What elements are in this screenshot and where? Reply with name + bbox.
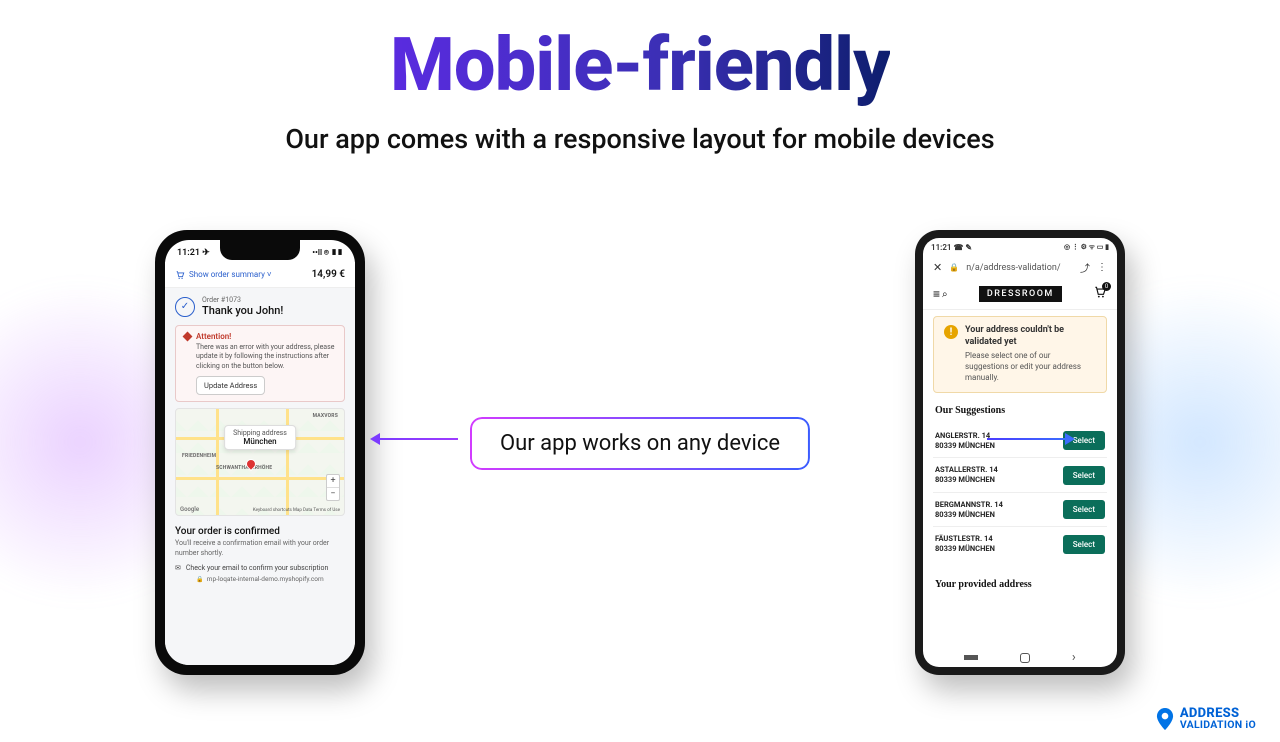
thank-you-text: Thank you John! [202, 304, 283, 317]
iphone-status-icons: ••ll ⌾ ▮▮ [312, 248, 343, 258]
callout: Our app works on any device [470, 417, 810, 470]
thank-you-block: ✓ Order #1073 Thank you John! [165, 288, 355, 325]
headline-text: Mobile-friendly [390, 22, 890, 109]
map-zoom-in[interactable]: + [327, 475, 339, 488]
browser-urlbar[interactable]: ✕ 🔒 n/a/address-validation/ ⤴ ⋮ [923, 256, 1117, 279]
iphone-status-time: 11:21 ✈ [177, 248, 210, 258]
map-area-label: FRIEDENHEIM [182, 453, 216, 459]
nav-recent-icon[interactable] [964, 655, 978, 660]
mail-icon: ✉ [175, 564, 181, 572]
suggestion-row: BERGMANNSTR. 1480339 MÜNCHEN Select [933, 493, 1107, 528]
site-domain: 🔒 mp-loqate-internal-demo.myshopify.com [165, 572, 355, 586]
warning-icon [183, 332, 193, 342]
pin-icon [1156, 708, 1174, 730]
url-text: n/a/address-validation/ [966, 263, 1073, 273]
provided-address-section: Your provided address [923, 567, 1117, 590]
order-summary-price: 14,99 € [312, 269, 345, 280]
suggestion-row: ASTALLERSTR. 1480339 MÜNCHEN Select [933, 458, 1107, 493]
share-icon[interactable]: ⤴ [1080, 260, 1090, 275]
map-area-label: SCHWANTHALERHÖHE [216, 465, 272, 471]
suggestion-address: BERGMANNSTR. 1480339 MÜNCHEN [935, 500, 1003, 520]
cart-button[interactable]: 0 [1093, 285, 1107, 303]
map-zoom-controls[interactable]: + − [326, 474, 340, 501]
brand-logo[interactable]: DRESSROOM [979, 286, 1062, 302]
exclamation-icon: ! [944, 325, 958, 339]
product-logo: ADDRESS VALIDATION iO [1156, 708, 1256, 730]
provided-address-title: Your provided address [935, 579, 1105, 590]
select-button[interactable]: Select [1063, 500, 1105, 519]
order-summary-toggle[interactable]: Show order summary ˅ 14,99 € [165, 262, 355, 288]
alert-body: There was an error with your address, pl… [196, 343, 336, 371]
map-area-label: MAXVORS [313, 413, 338, 419]
lock-icon: 🔒 [949, 263, 959, 272]
brand-line2: VALIDATION iO [1180, 720, 1256, 730]
suggestion-list: ANGLERSTR. 1480339 MÜNCHENSelectASTALLER… [933, 424, 1107, 561]
warning-body: Please select one of our suggestions or … [965, 351, 1096, 383]
select-button[interactable]: Select [1063, 466, 1105, 485]
order-number: Order #1073 [202, 296, 283, 304]
suggestion-row: FÄUSTLESTR. 1480339 MÜNCHEN Select [933, 527, 1107, 561]
map-bubble-value: München [233, 437, 287, 446]
menu-search-toggle[interactable]: ≡⌕ [933, 287, 948, 301]
suggestion-row: ANGLERSTR. 1480339 MÜNCHENSelect [933, 424, 1107, 459]
arrow-left-icon [380, 438, 458, 440]
page-headline: Mobile-friendly [0, 22, 1280, 109]
android-status-time: 11:21 ☎ ✎ [931, 243, 972, 252]
more-icon[interactable]: ⋮ [1097, 262, 1107, 273]
cart-icon [175, 270, 185, 280]
select-button[interactable]: Select [1063, 535, 1105, 554]
suggestion-address: FÄUSTLESTR. 1480339 MÜNCHEN [935, 534, 995, 554]
page-subheadline: Our app comes with a responsive layout f… [0, 123, 1280, 155]
callout-text: Our app works on any device [470, 417, 810, 470]
order-confirmed-block: Your order is confirmed You'll receive a… [165, 522, 355, 558]
map-widget[interactable]: MAXVORS FRIEDENHEIM SCHWANTHALERHÖHE Shi… [175, 408, 345, 516]
map-footer-links[interactable]: Keyboard shortcuts Map Data Terms of Use [253, 508, 340, 513]
alert-title: Attention! [196, 332, 231, 341]
close-icon[interactable]: ✕ [933, 261, 942, 274]
iphone-notch [220, 240, 300, 260]
iphone-mockup: 11:21 ✈ ••ll ⌾ ▮▮ Show order summary ˅ 1… [155, 230, 365, 675]
suggestion-address: ASTALLERSTR. 1480339 MÜNCHEN [935, 465, 998, 485]
suggestion-address: ANGLERSTR. 1480339 MÜNCHEN [935, 431, 995, 451]
subscription-text: Check your email to confirm your subscri… [186, 564, 328, 572]
subscription-note: ✉ Check your email to confirm your subsc… [175, 564, 345, 572]
map-bubble-label: Shipping address [233, 429, 287, 437]
android-statusbar: 11:21 ☎ ✎ ◎ ⋮ ⚙ ᯤ ▭ ▮ [923, 238, 1117, 256]
cart-badge: 0 [1102, 282, 1111, 291]
confirm-title: Your order is confirmed [175, 526, 345, 537]
warning-title: Your address couldn't be validated yet [965, 325, 1096, 348]
confirm-body: You'll receive a confirmation email with… [175, 539, 345, 558]
android-status-icons: ◎ ⋮ ⚙ ᯤ ▭ ▮ [1064, 243, 1109, 252]
android-navbar: ‹ [923, 645, 1117, 665]
map-address-bubble: Shipping address München [224, 425, 296, 450]
lock-icon: 🔒 [196, 576, 203, 583]
check-circle-icon: ✓ [175, 297, 195, 317]
map-attribution: Google [180, 506, 199, 513]
map-zoom-out[interactable]: − [327, 488, 339, 500]
nav-back-icon[interactable]: ‹ [1072, 650, 1076, 665]
order-summary-label: Show order summary ˅ [189, 270, 272, 279]
validation-warning: ! Your address couldn't be validated yet… [933, 316, 1107, 393]
site-header: ≡⌕ DRESSROOM 0 [923, 279, 1117, 310]
suggestions-heading: Our Suggestions [935, 405, 1105, 416]
address-error-alert: Attention! There was an error with your … [175, 325, 345, 402]
update-address-button[interactable]: Update Address [196, 376, 265, 395]
arrow-right-icon [987, 438, 1065, 440]
android-mockup: 11:21 ☎ ✎ ◎ ⋮ ⚙ ᯤ ▭ ▮ ✕ 🔒 n/a/address-va… [915, 230, 1125, 675]
nav-home-icon[interactable] [1020, 653, 1030, 663]
